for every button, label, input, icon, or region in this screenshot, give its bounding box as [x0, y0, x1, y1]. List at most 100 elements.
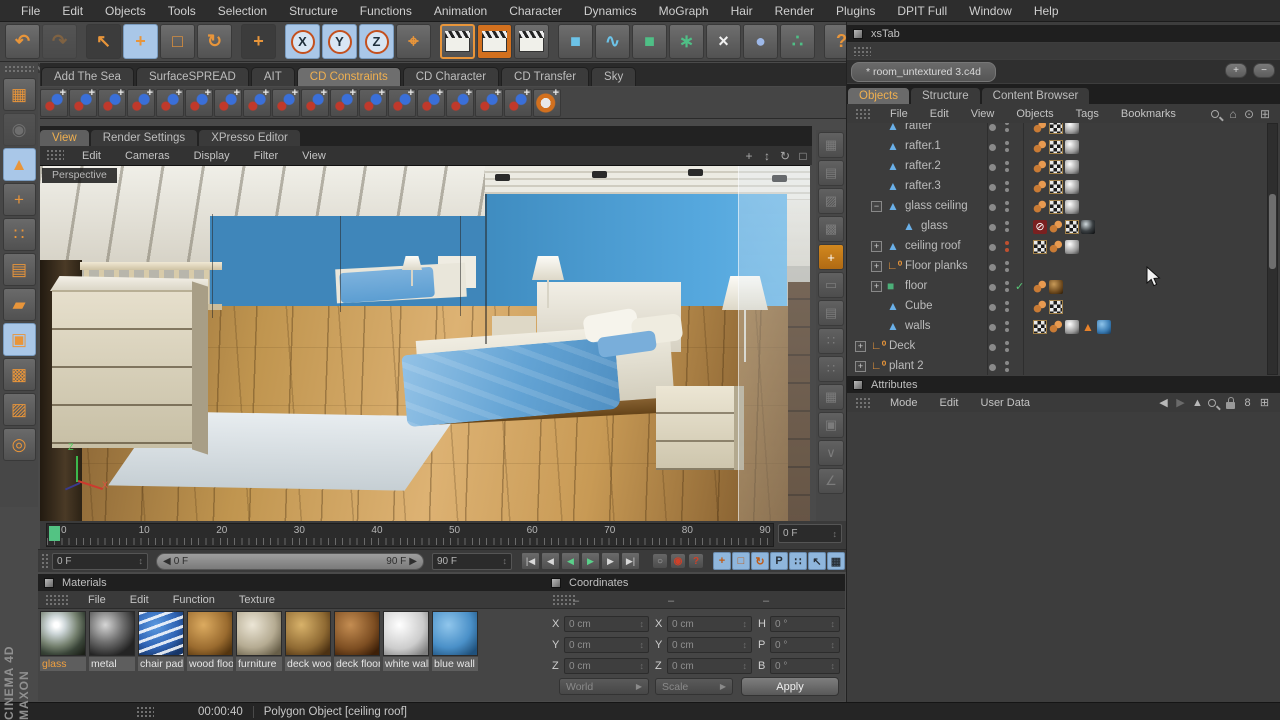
attributes-header[interactable]: Attributes — [847, 376, 1280, 393]
record-point-level-button[interactable]: ∷ — [789, 552, 807, 570]
materials-menu-texture[interactable]: Texture — [227, 594, 287, 606]
object-row-Floor-planks[interactable]: +∟⁰Floor planks — [847, 257, 1280, 277]
cd-tool-14-button[interactable] — [417, 89, 445, 117]
keyframe-help-button[interactable]: ? — [688, 553, 704, 569]
menu-objects[interactable]: Objects — [94, 4, 157, 18]
layout-mode-button[interactable]: ▦ — [3, 78, 36, 111]
world-coords-dropdown[interactable]: World▶ — [559, 678, 649, 695]
uv-tag-icon[interactable] — [1049, 300, 1063, 314]
side-tool-12-button[interactable]: ∨ — [818, 440, 844, 466]
object-row-rafter-2[interactable]: ▲rafter.2 — [847, 157, 1280, 177]
eye-icon[interactable]: ⊙ — [1241, 107, 1257, 121]
expander-icon[interactable]: − — [871, 201, 882, 212]
mat-white-tag-icon[interactable] — [1065, 240, 1079, 254]
add-layer-icon[interactable]: ⊞ — [1257, 107, 1273, 121]
expander-icon[interactable]: + — [871, 261, 882, 272]
render-view-button[interactable] — [440, 24, 475, 59]
viewport-menu-grip[interactable] — [46, 149, 64, 162]
material-thumbnail-glass[interactable] — [40, 611, 86, 656]
menu-render[interactable]: Render — [764, 4, 825, 18]
convert-tool-button[interactable]: ◉ — [3, 113, 36, 146]
play-backward-button[interactable]: ◀ — [561, 552, 580, 570]
texture-mode-button[interactable]: ▩ — [3, 358, 36, 391]
menu-functions[interactable]: Functions — [349, 4, 423, 18]
history-back-icon[interactable]: ◀ — [1155, 396, 1172, 409]
editor-visibility-dot[interactable] — [1005, 361, 1009, 365]
add-generator-button[interactable]: ■ — [632, 24, 667, 59]
plugin-tab-cd-transfer[interactable]: CD Transfer — [501, 67, 589, 86]
parent-object-icon[interactable]: ▲ — [1189, 397, 1206, 409]
cd-tool-1-button[interactable] — [40, 89, 68, 117]
render-region-button[interactable] — [477, 24, 512, 59]
visibility-dot[interactable] — [989, 244, 996, 251]
search-icon[interactable] — [1208, 399, 1216, 407]
uv-tag-icon[interactable] — [1049, 123, 1063, 134]
goto-start-button[interactable]: |◀ — [521, 552, 540, 570]
side-tool-5-button[interactable]: + — [818, 244, 844, 270]
viewport-menu-edit[interactable]: Edit — [70, 150, 113, 162]
material-item[interactable]: chair pad — [138, 611, 184, 671]
mat-white-tag-icon[interactable] — [1065, 140, 1079, 154]
object-manager-grip[interactable] — [855, 108, 871, 120]
redo-button[interactable]: ↷ — [42, 24, 77, 59]
rotate-tool-button[interactable]: ↻ — [197, 24, 232, 59]
stepper-icon[interactable]: ↕ — [833, 529, 838, 539]
object-row-walls[interactable]: ▲walls▲ — [847, 317, 1280, 337]
last-used-tool-button[interactable]: + — [241, 24, 276, 59]
materials-menu-file[interactable]: File — [76, 594, 118, 606]
mat-dark-tag-icon[interactable] — [1081, 220, 1095, 234]
coordinate-field-Y[interactable]: 0 cm↕ — [667, 637, 752, 653]
menu-selection[interactable]: Selection — [207, 4, 278, 18]
om-tab-content-browser[interactable]: Content Browser — [982, 88, 1090, 104]
record-parameter-button[interactable]: P — [770, 552, 788, 570]
layers-icon[interactable]: 8 — [1239, 397, 1256, 409]
plugin-tab-surfacespread[interactable]: SurfaceSPREAD — [136, 67, 249, 86]
uv-tag-icon[interactable] — [1033, 240, 1047, 254]
toggle-view-icon[interactable]: □ — [794, 149, 812, 163]
texture-axis-mode-button[interactable]: ▨ — [3, 393, 36, 426]
object-row-rafter-1[interactable]: ▲rafter.1 — [847, 137, 1280, 157]
slider-right-icon[interactable]: ▶ — [409, 556, 417, 567]
visibility-dot[interactable] — [989, 184, 996, 191]
expander-icon[interactable]: + — [855, 341, 866, 352]
history-forward-icon[interactable]: ▶ — [1172, 396, 1189, 409]
mat-white-tag-icon[interactable] — [1065, 200, 1079, 214]
editor-visibility-dot[interactable] — [1005, 241, 1009, 245]
material-thumbnail-chair-pad[interactable] — [138, 611, 184, 656]
end-frame-field[interactable]: 90 F↕ — [432, 553, 512, 570]
render-visibility-dot[interactable] — [1005, 248, 1009, 252]
om-menu-view[interactable]: View — [960, 108, 1006, 120]
stepper-icon[interactable]: ↕ — [743, 640, 748, 650]
mat-white-tag-icon[interactable] — [1065, 160, 1079, 174]
menu-character[interactable]: Character — [498, 4, 573, 18]
zoom-view-icon[interactable]: ↕ — [758, 149, 776, 163]
add-modeling-object-button[interactable]: ∗ — [669, 24, 704, 59]
side-tool-4-button[interactable]: ▩ — [818, 216, 844, 242]
materials-menu-function[interactable]: Function — [161, 594, 227, 606]
coordinate-field-B[interactable]: 0 °↕ — [770, 658, 840, 674]
material-item[interactable]: wood floor — [187, 611, 233, 671]
stepper-icon[interactable]: ↕ — [743, 661, 748, 671]
cd-tool-16-button[interactable] — [475, 89, 503, 117]
mat-blue-tag-icon[interactable] — [1097, 320, 1111, 334]
move-tool-button[interactable]: + — [123, 24, 158, 59]
render-visibility-dot[interactable] — [1005, 288, 1009, 292]
stepper-icon[interactable]: ↕ — [831, 619, 836, 629]
object-row-plant-2[interactable]: +∟⁰plant 2 — [847, 357, 1280, 375]
cd-tool-6-button[interactable] — [185, 89, 213, 117]
object-row-floor[interactable]: +■floor✓ — [847, 277, 1280, 297]
side-tool-3-button[interactable]: ▨ — [818, 188, 844, 214]
render-visibility-dot[interactable] — [1005, 168, 1009, 172]
mat-white-tag-icon[interactable] — [1065, 180, 1079, 194]
render-visibility-dot[interactable] — [1005, 348, 1009, 352]
cd-tool-11-button[interactable] — [330, 89, 358, 117]
material-thumbnail-wood-floor[interactable] — [187, 611, 233, 656]
side-tool-13-button[interactable]: ∠ — [818, 468, 844, 494]
cd-tool-4-button[interactable] — [127, 89, 155, 117]
visibility-dot[interactable] — [989, 124, 996, 131]
visibility-dot[interactable] — [989, 324, 996, 331]
object-row-ceiling-roof[interactable]: +▲ceiling roof — [847, 237, 1280, 257]
pan-view-icon[interactable]: + — [740, 149, 758, 163]
phong-tag-icon[interactable] — [1049, 220, 1063, 234]
frame-range-slider[interactable]: ◀0 F90 F▶ — [156, 553, 424, 570]
